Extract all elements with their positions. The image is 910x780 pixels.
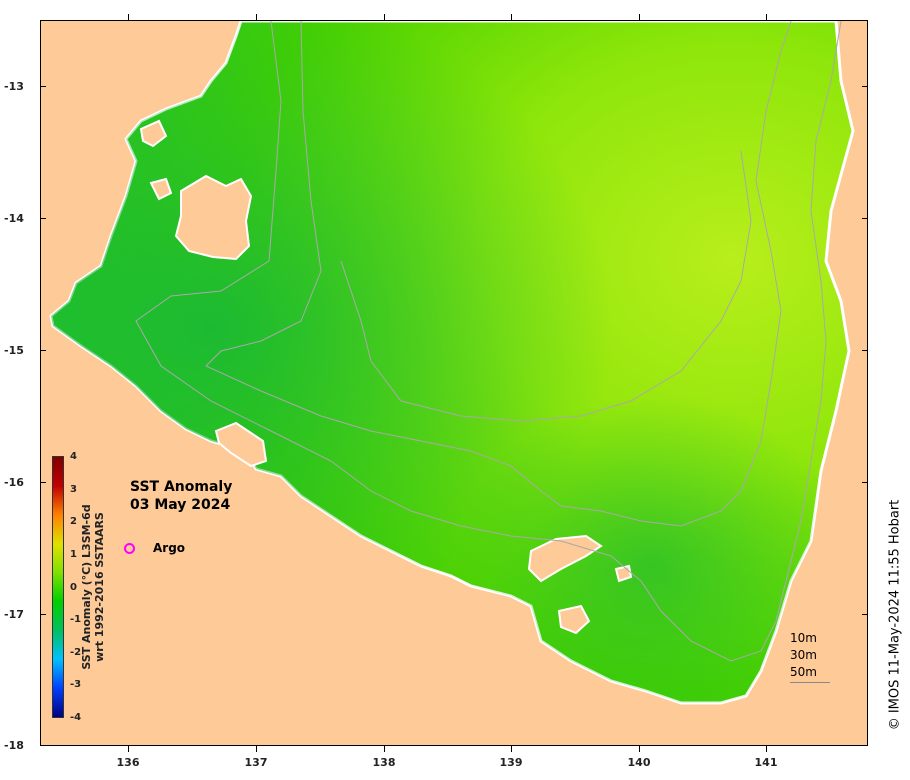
lon-tick bbox=[384, 746, 385, 752]
lon-tick bbox=[128, 14, 129, 20]
lat-tick bbox=[862, 482, 868, 483]
sst-map bbox=[49, 21, 855, 705]
lat-label-18: -18 bbox=[4, 739, 24, 752]
lat-tick bbox=[862, 218, 868, 219]
lon-tick bbox=[128, 746, 129, 752]
lon-label-137: 137 bbox=[244, 756, 268, 769]
contour-legend-item: 10m bbox=[790, 631, 817, 645]
lon-tick bbox=[639, 14, 640, 20]
island-small-south bbox=[614, 564, 633, 583]
lat-tick bbox=[862, 350, 868, 351]
colorbar-tick: 0 bbox=[70, 582, 77, 593]
contour-legend-item: 50m bbox=[790, 665, 817, 679]
lat-tick bbox=[40, 218, 46, 219]
colorbar-tick: -4 bbox=[70, 712, 82, 723]
credit-text: © IMOS 11-May-2024 11:55 Hobart bbox=[887, 499, 903, 731]
lon-label-140: 140 bbox=[627, 756, 651, 769]
lon-tick bbox=[639, 746, 640, 752]
lon-tick bbox=[766, 14, 767, 20]
lat-tick bbox=[40, 86, 46, 87]
colorbar-tick: 1 bbox=[70, 549, 77, 560]
map-title-line1: SST Anomaly bbox=[130, 479, 233, 495]
lat-tick bbox=[40, 482, 46, 483]
lat-label-14: -14 bbox=[4, 212, 24, 225]
lon-tick bbox=[256, 14, 257, 20]
contour-legend-line bbox=[790, 682, 830, 683]
lat-label-16: -16 bbox=[4, 476, 24, 489]
lat-tick bbox=[40, 614, 46, 615]
lon-label-141: 141 bbox=[754, 756, 778, 769]
lon-label-139: 139 bbox=[499, 756, 523, 769]
lat-label-17: -17 bbox=[4, 608, 24, 621]
colorbar-label: SST Anomaly (°C) L3SM-6d wrt 1992-2016 S… bbox=[80, 467, 106, 707]
colorbar-label-line2: wrt 1992-2016 SSTAARS bbox=[93, 512, 106, 662]
lon-tick bbox=[766, 746, 767, 752]
argo-marker-icon bbox=[124, 542, 135, 554]
lon-tick bbox=[511, 746, 512, 752]
lat-tick bbox=[40, 350, 46, 351]
argo-legend: Argo bbox=[124, 541, 185, 555]
groote-eylandt-island bbox=[174, 174, 253, 261]
colorbar-tick: 4 bbox=[70, 451, 77, 462]
lon-tick bbox=[256, 746, 257, 752]
map-date: 03 May 2024 bbox=[130, 497, 231, 513]
colorbar bbox=[52, 456, 64, 718]
contour-legend-item: 30m bbox=[790, 648, 817, 662]
lat-tick bbox=[862, 86, 868, 87]
map-title: SST Anomaly 03 May 2024 bbox=[130, 478, 232, 514]
argo-label: Argo bbox=[153, 541, 186, 555]
lon-label-138: 138 bbox=[372, 756, 396, 769]
lat-tick bbox=[862, 614, 868, 615]
lon-tick bbox=[511, 14, 512, 20]
lat-label-13: -13 bbox=[4, 80, 24, 93]
contour-legend: 10m 30m 50m bbox=[790, 630, 817, 681]
lon-label-136: 136 bbox=[116, 756, 140, 769]
lon-tick bbox=[384, 14, 385, 20]
map-frame bbox=[40, 20, 868, 746]
colorbar-tick: 3 bbox=[70, 484, 77, 495]
lat-label-15: -15 bbox=[4, 344, 24, 357]
colorbar-label-line1: SST Anomaly (°C) L3SM-6d bbox=[80, 504, 93, 670]
colorbar-tick: 2 bbox=[70, 516, 77, 527]
